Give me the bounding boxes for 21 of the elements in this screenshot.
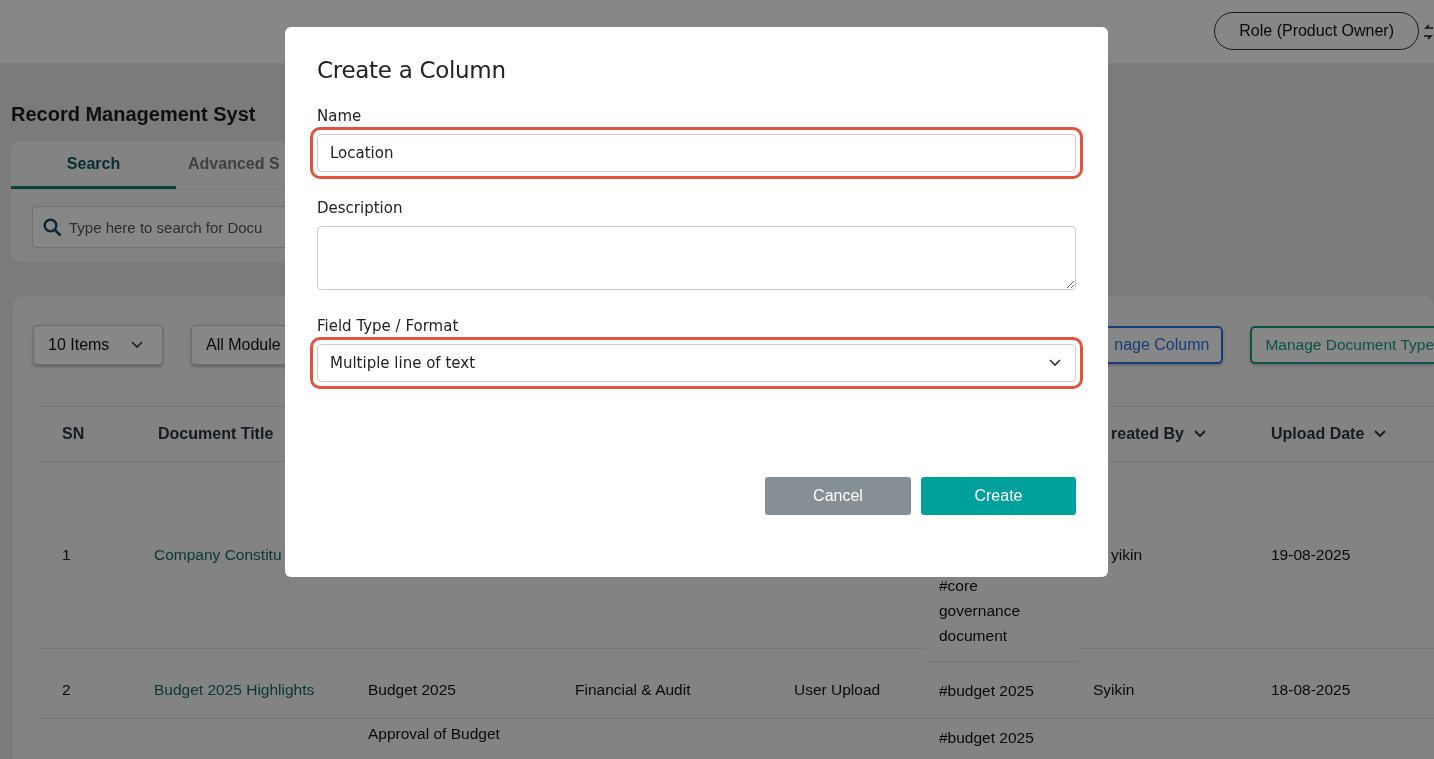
table-cell: User Upload bbox=[794, 681, 881, 699]
column-header: reated By bbox=[1111, 425, 1184, 443]
table-cell: 1 bbox=[62, 546, 71, 564]
table-cell: Financial & Audit bbox=[575, 681, 691, 699]
column-header: Document Title bbox=[158, 425, 274, 443]
table-cell: Syikin bbox=[1093, 681, 1135, 699]
field-label: Name bbox=[317, 107, 363, 125]
page-title: Record Management Syst bbox=[11, 103, 256, 126]
table-cell: Budget 2025 bbox=[368, 681, 456, 699]
table-cell: 18-08-2025 bbox=[1271, 681, 1351, 699]
table-cell: 2 bbox=[62, 681, 71, 699]
table-cell: Approval of Budget bbox=[368, 725, 500, 743]
dialog-title: Create a Column bbox=[317, 57, 507, 83]
table-cell-text: #budget 2025 bbox=[939, 680, 1035, 701]
table-cell-text: #budget 2025 bbox=[939, 728, 1035, 748]
table-cell-text: #core governance document bbox=[939, 576, 1021, 646]
column-header: SN bbox=[62, 425, 85, 443]
column-header: Upload Date bbox=[1271, 425, 1365, 443]
table-cell: 19-08-2025 bbox=[1271, 546, 1351, 564]
table-cell: yikin bbox=[1111, 546, 1142, 564]
field-label: Description bbox=[317, 199, 404, 217]
